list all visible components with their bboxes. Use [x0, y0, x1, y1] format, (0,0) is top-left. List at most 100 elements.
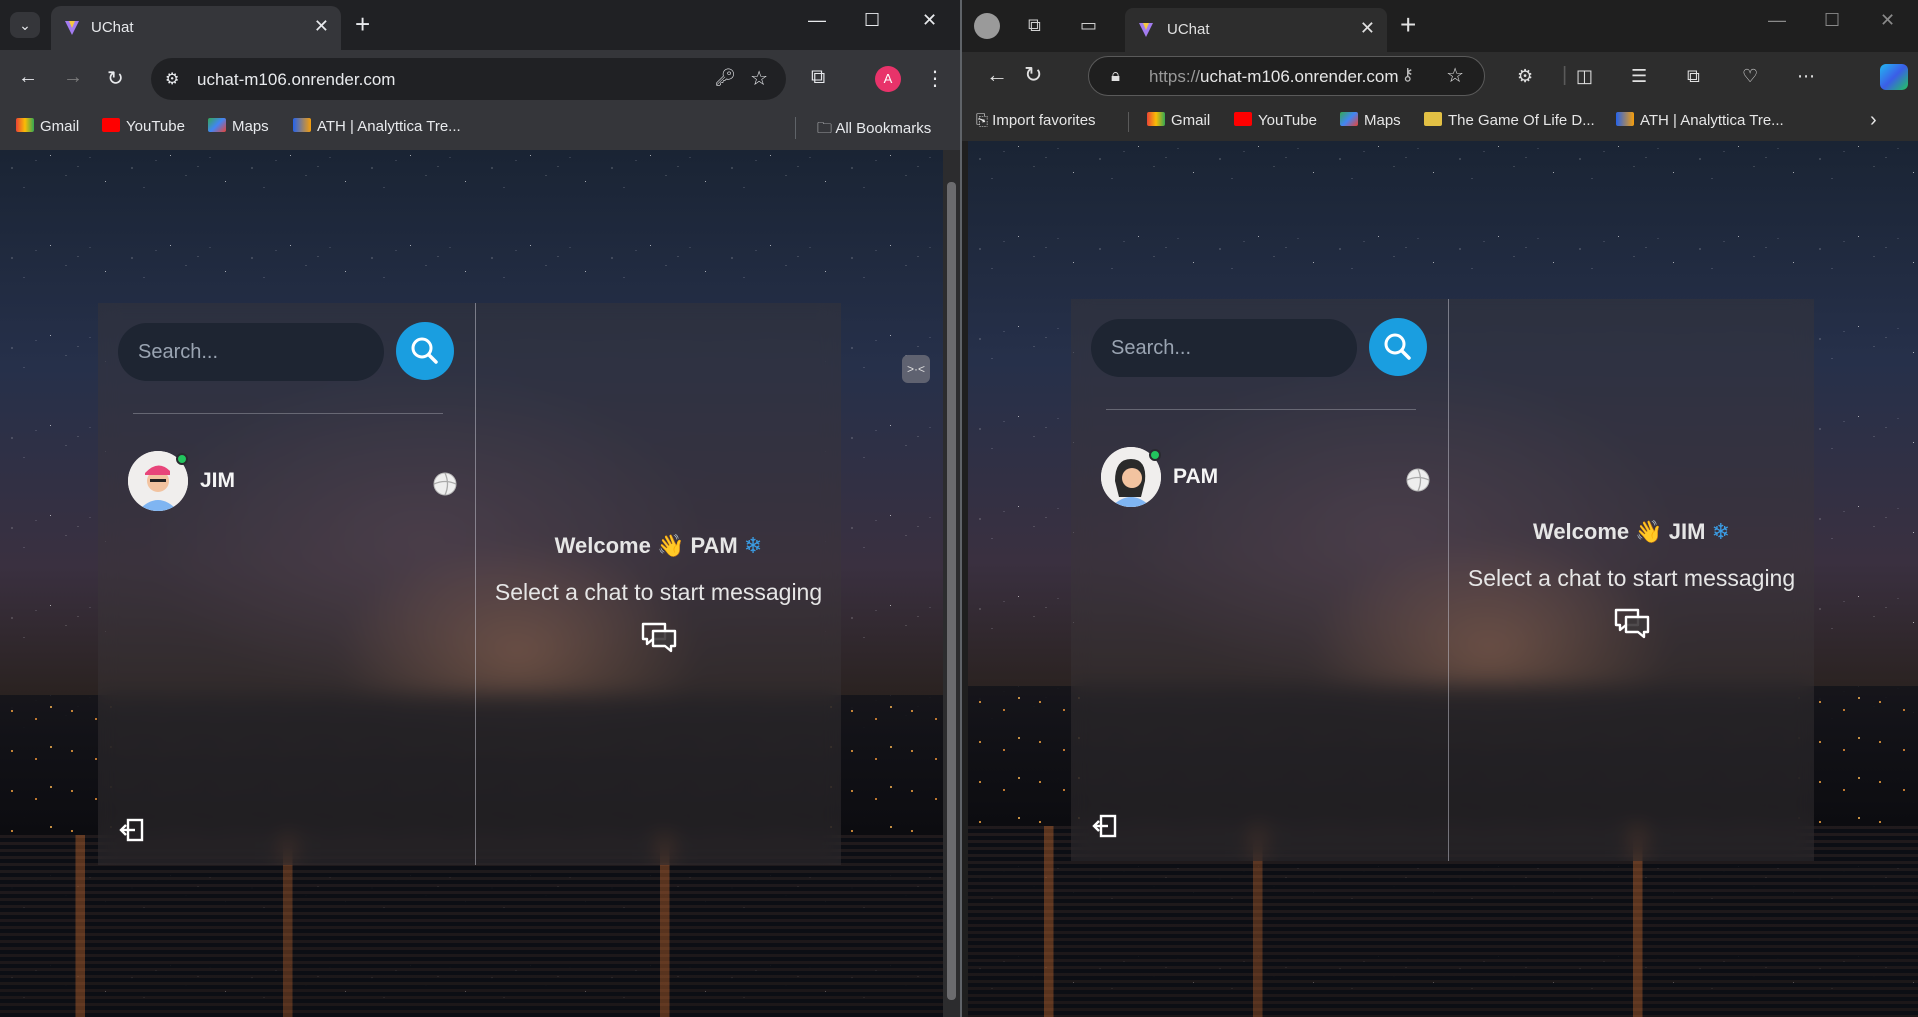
lock-icon[interactable]: 🔒︎: [1111, 66, 1120, 86]
logout-icon: [119, 818, 144, 842]
tab-search-button[interactable]: ⌄: [10, 12, 40, 38]
bookmark-youtube[interactable]: YouTube: [102, 118, 185, 135]
site-info-icon[interactable]: ⚙: [165, 69, 179, 89]
chat-app-container: JIM Welcome 👋 PAM ❄ Select a chat to sta…: [98, 303, 841, 865]
copilot-icon[interactable]: [1880, 64, 1908, 90]
no-chat-selected-panel: Welcome 👋 JIM ❄ Select a chat to start m…: [1449, 299, 1814, 861]
reload-icon[interactable]: ↻: [1024, 62, 1042, 88]
volleyball-icon: [1406, 468, 1430, 492]
minimize-window-button[interactable]: —: [808, 10, 826, 31]
back-arrow-icon[interactable]: ←: [18, 66, 38, 89]
maximize-window-button[interactable]: ☐: [864, 10, 880, 31]
chrome-tab-strip: ⌄ UChat ✕ + — ☐ ✕: [0, 0, 960, 50]
import-favorites-button[interactable]: ⎘ Import favorites: [976, 112, 1096, 129]
password-key-icon[interactable]: 🔑︎: [714, 68, 736, 88]
url-text[interactable]: https://uchat-m106.onrender.com: [1149, 67, 1398, 87]
close-window-button[interactable]: ✕: [922, 10, 937, 31]
chrome-tab-uchat[interactable]: UChat ✕: [51, 6, 341, 50]
logout-button[interactable]: [1091, 811, 1121, 841]
edge-page-viewport: PAM Welcome 👋 JIM ❄ Select a chat to sta…: [968, 141, 1918, 1017]
favorites-icon[interactable]: ☰: [1631, 66, 1647, 87]
url-text[interactable]: uchat-m106.onrender.com: [197, 70, 395, 90]
maps-icon: [1340, 112, 1358, 126]
bookmark-maps[interactable]: Maps: [1340, 112, 1401, 129]
collections-icon[interactable]: ⧉: [1687, 66, 1700, 87]
bookmark-maps[interactable]: Maps: [208, 118, 269, 135]
tab-actions-icon[interactable]: ▭: [1080, 15, 1097, 36]
edge-tab-strip: ⧉ ▭ UChat ✕ + — ☐ ✕: [962, 0, 1918, 52]
password-key-icon[interactable]: ⚷: [1402, 65, 1414, 85]
logout-button[interactable]: [118, 815, 148, 845]
ath-icon: [1616, 112, 1634, 126]
gmail-icon: [1147, 112, 1165, 126]
maximize-window-button[interactable]: ☐: [1824, 10, 1840, 31]
profile-avatar[interactable]: A: [875, 66, 901, 92]
maps-icon: [208, 118, 226, 132]
bookmark-star-icon[interactable]: ☆: [750, 66, 768, 91]
snowflake-icon: ❄: [743, 533, 763, 558]
bookmark-gmail[interactable]: Gmail: [16, 118, 79, 135]
split-screen-icon[interactable]: ◫: [1576, 66, 1593, 87]
edge-window: ⧉ ▭ UChat ✕ + — ☐ ✕ ← ↻ 🔒︎ https://uchat…: [962, 0, 1918, 1017]
extensions-icon[interactable]: ⧉: [811, 66, 825, 89]
select-chat-prompt: Select a chat to start messaging: [1467, 565, 1796, 591]
search-input[interactable]: [1091, 319, 1357, 377]
edge-tab-uchat[interactable]: UChat ✕: [1125, 8, 1387, 52]
bookmark-ath[interactable]: ATH | Analyttica Tre...: [293, 118, 461, 135]
sidebar-divider: [133, 413, 443, 414]
bookmark-youtube[interactable]: YouTube: [1234, 112, 1317, 129]
select-chat-prompt: Select a chat to start messaging: [494, 579, 823, 605]
new-tab-button[interactable]: +: [355, 9, 370, 40]
search-button[interactable]: [396, 322, 454, 380]
uchat-favicon-icon: [1139, 23, 1153, 37]
bookmark-gmail[interactable]: Gmail: [1147, 112, 1210, 129]
search-input[interactable]: [118, 323, 384, 381]
search-button[interactable]: [1369, 318, 1427, 376]
welcome-heading: Welcome 👋 PAM ❄: [554, 533, 763, 558]
edge-profile-icon[interactable]: [974, 13, 1000, 39]
more-options-icon[interactable]: ⋯: [1797, 66, 1815, 87]
extension-overlay-icon[interactable]: >·<: [902, 355, 930, 383]
contact-name: PAM: [1173, 465, 1219, 488]
chrome-window: ⌄ UChat ✕ + — ☐ ✕ ← → ↻ ⚙ uchat-m106.onr…: [0, 0, 960, 1017]
conversation-item-jim[interactable]: JIM: [118, 451, 458, 515]
bookmark-game-of-life[interactable]: The Game Of Life D...: [1424, 112, 1595, 129]
close-tab-icon[interactable]: ✕: [1360, 18, 1375, 39]
edge-toolbar: ← ↻ 🔒︎ https://uchat-m106.onrender.com ⚷…: [962, 52, 1918, 102]
all-bookmarks-button[interactable]: 🗀 All Bookmarks: [817, 118, 931, 143]
sidebar: PAM: [1071, 299, 1449, 861]
chat-app-container: PAM Welcome 👋 JIM ❄ Select a chat to sta…: [1071, 299, 1814, 861]
scrollbar-thumb[interactable]: [947, 182, 956, 1000]
chrome-page-viewport: JIM Welcome 👋 PAM ❄ Select a chat to sta…: [0, 150, 943, 1017]
close-window-button[interactable]: ✕: [1880, 10, 1895, 31]
close-tab-icon[interactable]: ✕: [314, 16, 329, 37]
welcome-heading: Welcome 👋 JIM ❄: [1532, 519, 1731, 544]
ath-icon: [293, 118, 311, 132]
logout-icon: [1092, 814, 1117, 838]
online-status-indicator: [1149, 449, 1161, 461]
reload-icon[interactable]: ↻: [107, 66, 124, 91]
forward-arrow-icon[interactable]: →: [63, 66, 83, 89]
address-bar[interactable]: ⚙ uchat-m106.onrender.com 🔑︎ ☆: [151, 58, 786, 100]
new-tab-button[interactable]: +: [1400, 9, 1416, 41]
workspaces-icon[interactable]: ⧉: [1028, 15, 1041, 36]
bookmark-separator: [795, 117, 796, 139]
no-chat-selected-panel: Welcome 👋 PAM ❄ Select a chat to start m…: [476, 303, 841, 865]
chevron-right-icon[interactable]: ›: [1870, 109, 1877, 132]
tab-title: UChat: [91, 19, 134, 36]
back-arrow-icon[interactable]: ←: [986, 62, 1008, 88]
address-bar[interactable]: 🔒︎ https://uchat-m106.onrender.com ⚷ ☆: [1088, 56, 1485, 96]
browser-essentials-icon[interactable]: ♡: [1742, 66, 1758, 87]
toolbar-separator: |: [1562, 64, 1568, 86]
extensions-icon[interactable]: ⚙: [1517, 66, 1533, 87]
snowflake-icon: ❄: [1711, 519, 1731, 544]
bookmark-ath[interactable]: ATH | Analyttica Tre...: [1616, 112, 1784, 129]
minimize-window-button[interactable]: —: [1768, 10, 1786, 31]
conversation-item-pam[interactable]: PAM: [1091, 447, 1431, 511]
menu-kebab-icon[interactable]: ⋮: [925, 66, 945, 91]
favorite-star-icon[interactable]: ☆: [1446, 63, 1464, 88]
import-icon: ⎘: [976, 112, 993, 129]
messages-icon: [1614, 608, 1649, 639]
wave-icon: 👋: [656, 533, 685, 558]
vertical-scrollbar[interactable]: [943, 150, 960, 1017]
